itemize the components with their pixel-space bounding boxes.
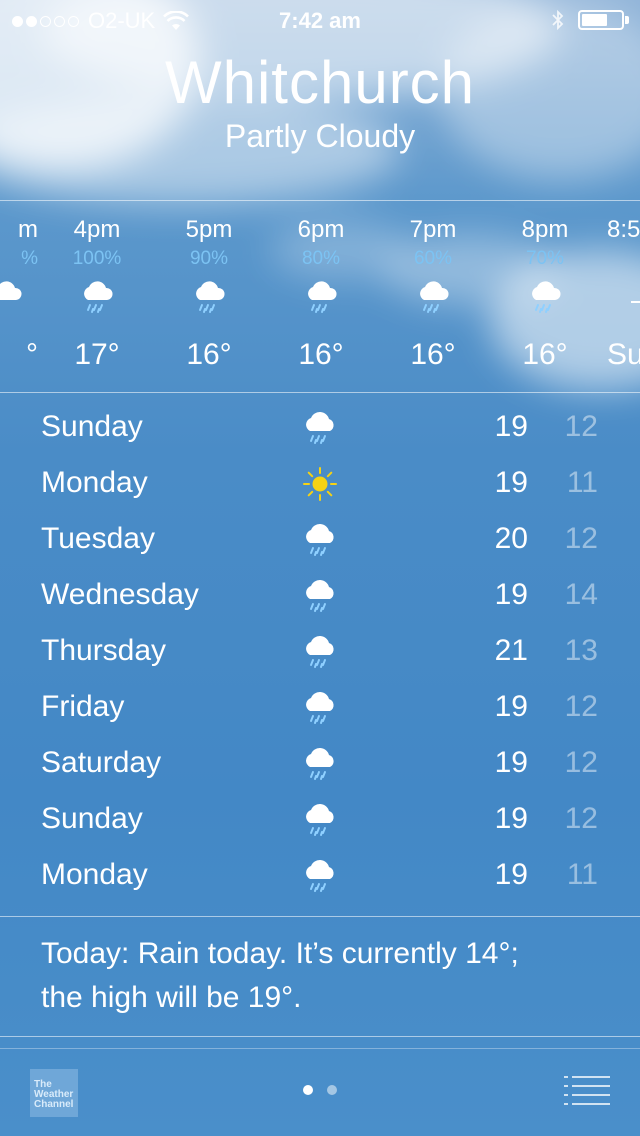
- day-low: 12: [564, 522, 598, 555]
- bottom-toolbar: [0, 1048, 640, 1136]
- hour-time: 8pm: [521, 216, 569, 243]
- rain-cloud-icon: [0, 281, 22, 300]
- day-low: 11: [566, 858, 598, 891]
- daily-row: Sunday 19 12: [0, 792, 640, 848]
- rain-cloud-icon: [306, 635, 334, 668]
- rain-cloud-icon: [306, 411, 334, 444]
- page-indicator[interactable]: [327, 1085, 337, 1095]
- day-low: 14: [564, 578, 598, 611]
- battery-level: [582, 14, 607, 26]
- city-name: Whitchurch: [164, 49, 476, 116]
- current-condition: Partly Cloudy: [224, 118, 416, 154]
- rain-cloud-icon: [306, 579, 334, 612]
- hour-time: 5pm: [185, 216, 233, 243]
- rain-cloud-icon: [308, 281, 337, 313]
- day-name: Wednesday: [41, 578, 199, 611]
- day-name: Sunday: [41, 410, 143, 443]
- day-name: Tuesday: [41, 522, 155, 555]
- logo-text-line: Channel: [34, 1099, 74, 1110]
- today-summary: Today: Rain today. It’s currently 14°; t…: [41, 932, 601, 1020]
- hour-temp: 16°: [410, 338, 456, 371]
- hour-precip: %: [21, 248, 38, 269]
- daily-row: Monday 19 11: [0, 848, 640, 904]
- day-name: Saturday: [41, 746, 162, 779]
- day-low: 12: [564, 802, 598, 835]
- day-high: 19: [494, 690, 528, 723]
- battery-tip: [625, 16, 629, 24]
- hour-precip: 80%: [301, 248, 341, 269]
- hour-temp: Su: [607, 338, 640, 371]
- daily-row: Wednesday 19 14: [0, 568, 640, 624]
- list-menu-icon[interactable]: [564, 1074, 610, 1106]
- daily-row: Sunday 19 12: [0, 400, 640, 456]
- rain-cloud-icon: [306, 523, 334, 556]
- hour-precip: 70%: [525, 248, 565, 269]
- day-high: 20: [494, 522, 528, 555]
- day-high: 19: [494, 746, 528, 779]
- day-high: 19: [494, 858, 528, 891]
- hour-precip: 60%: [413, 248, 453, 269]
- day-low: 12: [564, 746, 598, 779]
- hour-time: 4pm: [73, 216, 121, 243]
- status-time: 7:42 am: [279, 8, 361, 33]
- rain-cloud-icon: [306, 859, 334, 892]
- hour-time: 6pm: [297, 216, 345, 243]
- summary-line-2: the high will be 19°.: [41, 981, 302, 1014]
- summary-line-1: Today: Rain today. It’s currently 14°;: [41, 937, 519, 970]
- hour-time: 8:5: [607, 216, 640, 243]
- daily-row: Saturday 19 12: [0, 736, 640, 792]
- weather-channel-logo[interactable]: The Weather Channel: [30, 1069, 78, 1117]
- hour-temp: 16°: [186, 338, 232, 371]
- day-high: 19: [494, 578, 528, 611]
- day-low: 12: [564, 410, 598, 443]
- rain-cloud-icon: [306, 803, 334, 836]
- daily-row: Tuesday 20 12: [0, 512, 640, 568]
- hour-time: m: [18, 216, 38, 243]
- sunset-icon: [631, 301, 640, 303]
- rain-cloud-icon: [420, 281, 449, 313]
- rain-cloud-icon: [196, 281, 225, 313]
- hourly-forecast[interactable]: m % ° 4pm 100% 17° 5pm 90% 16° 6pm 80% 1…: [0, 200, 640, 392]
- day-high: 19: [494, 466, 528, 499]
- battery-icon: [578, 10, 624, 30]
- page-indicator-active[interactable]: [303, 1085, 313, 1095]
- hour-temp: °: [26, 338, 38, 371]
- rain-cloud-icon: [84, 281, 113, 313]
- rain-cloud-icon: [532, 281, 561, 313]
- day-high: 19: [494, 410, 528, 443]
- divider-summary: [0, 1036, 640, 1037]
- day-high: 19: [494, 802, 528, 835]
- day-name: Friday: [41, 690, 125, 723]
- daily-row: Friday 19 12: [0, 680, 640, 736]
- day-name: Thursday: [41, 634, 167, 667]
- hour-temp: 16°: [522, 338, 568, 371]
- sun-icon: [303, 467, 337, 501]
- hour-temp: 16°: [298, 338, 344, 371]
- rain-cloud-icon: [306, 747, 334, 780]
- divider-hourly: [0, 392, 640, 393]
- divider-daily: [0, 916, 640, 917]
- day-low: 12: [564, 690, 598, 723]
- day-name: Monday: [41, 858, 148, 891]
- status-bar: O2-UK 7:42 am: [0, 0, 640, 40]
- day-low: 11: [566, 466, 598, 499]
- hour-time: 7pm: [409, 216, 457, 243]
- bluetooth-icon: [552, 9, 564, 31]
- rain-cloud-icon: [306, 691, 334, 724]
- daily-row: Monday 19 11: [0, 456, 640, 512]
- hour-precip: 100%: [72, 248, 122, 269]
- day-low: 13: [564, 634, 598, 667]
- hour-precip: 90%: [189, 248, 229, 269]
- daily-row: Thursday 21 13: [0, 624, 640, 680]
- day-high: 21: [494, 634, 528, 667]
- day-name: Sunday: [41, 802, 143, 835]
- day-name: Monday: [41, 466, 148, 499]
- hour-temp: 17°: [74, 338, 120, 371]
